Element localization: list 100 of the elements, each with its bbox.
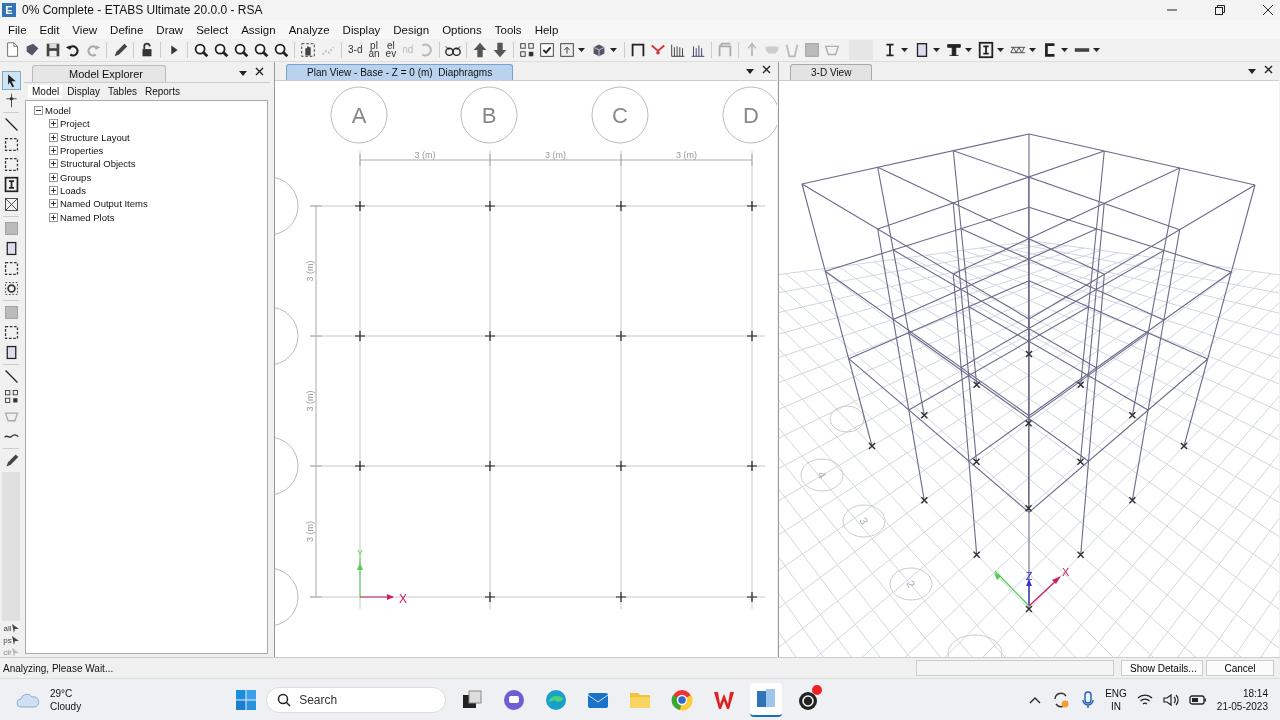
expand-icon[interactable] bbox=[49, 132, 58, 142]
tree-item[interactable]: Structure Layout bbox=[60, 131, 130, 143]
view-button[interactable]: 3-d bbox=[346, 40, 365, 60]
axis-label: X bbox=[1062, 566, 1070, 578]
menu-item[interactable]: Assign bbox=[235, 23, 283, 36]
restore-icon[interactable] bbox=[1214, 4, 1226, 16]
boxed-beam-icon[interactable] bbox=[977, 41, 996, 59]
view-button[interactable]: pl an bbox=[366, 40, 382, 60]
dimension-label: 3 (m) bbox=[305, 260, 315, 282]
target-icon[interactable] bbox=[2, 280, 20, 297]
explorer-tab[interactable]: Reports bbox=[140, 85, 184, 98]
tree-item[interactable]: Groups bbox=[60, 171, 92, 183]
expand-icon[interactable] bbox=[49, 159, 58, 169]
menu-item[interactable]: Define bbox=[104, 23, 151, 36]
expand-icon[interactable] bbox=[49, 172, 58, 182]
caret-icon[interactable] bbox=[1093, 48, 1101, 52]
axis-triad-drawing bbox=[994, 570, 1061, 607]
wifi-icon[interactable] bbox=[1136, 692, 1153, 707]
expand-icon[interactable] bbox=[49, 185, 58, 195]
menu-item[interactable]: Options bbox=[436, 23, 489, 36]
battery-icon[interactable] bbox=[1188, 693, 1207, 706]
menu-item[interactable]: Display bbox=[336, 23, 388, 36]
expand-icon[interactable] bbox=[49, 119, 58, 129]
dropdown-icon[interactable] bbox=[1248, 69, 1256, 74]
weather-condition[interactable]: Cloudy bbox=[50, 699, 82, 713]
menu-item[interactable]: Edit bbox=[33, 23, 67, 36]
microphone-icon[interactable] bbox=[1081, 689, 1096, 710]
expand-icon[interactable] bbox=[49, 199, 58, 209]
hand-icon[interactable] bbox=[299, 41, 317, 59]
checkbox-icon[interactable] bbox=[538, 41, 557, 59]
menu-item[interactable]: Select bbox=[190, 23, 236, 36]
dashed-box-icon[interactable] bbox=[2, 156, 20, 173]
tree-item[interactable]: Project bbox=[60, 118, 90, 130]
show-details-button[interactable]: Show Details... bbox=[1121, 660, 1203, 676]
zoom-icon[interactable] bbox=[212, 41, 230, 59]
language-indicator[interactable]: IN bbox=[1111, 699, 1121, 713]
cross-box-icon[interactable] bbox=[2, 196, 20, 213]
menu-item[interactable]: File bbox=[2, 23, 34, 36]
axis-label: Y bbox=[357, 548, 363, 558]
speaker-icon[interactable] bbox=[1162, 692, 1179, 707]
explorer-tab[interactable]: Model bbox=[28, 85, 64, 98]
explorer-tab[interactable]: Display bbox=[63, 85, 105, 98]
panel-tab[interactable]: Model Explorer bbox=[32, 65, 166, 82]
grid-icon[interactable] bbox=[2, 388, 20, 405]
explorer-tab[interactable]: Tables bbox=[104, 85, 141, 98]
t-beam-icon[interactable] bbox=[945, 41, 964, 59]
expand-icon[interactable] bbox=[49, 146, 58, 156]
tree-item[interactable]: Named Plots bbox=[60, 211, 115, 223]
menu-item[interactable]: Help bbox=[528, 23, 566, 36]
tree-item[interactable]: Loads bbox=[60, 184, 86, 196]
close-icon[interactable] bbox=[762, 65, 771, 74]
caret-icon[interactable] bbox=[578, 48, 586, 52]
cancel-button[interactable]: Cancel bbox=[1206, 660, 1274, 676]
view-button[interactable]: el ev bbox=[383, 40, 399, 60]
box-icon[interactable] bbox=[558, 41, 577, 59]
caret-icon[interactable] bbox=[901, 48, 909, 52]
chevron-up-icon[interactable] bbox=[1029, 695, 1042, 704]
caret-icon[interactable] bbox=[1061, 48, 1069, 52]
language-indicator[interactable]: ENG bbox=[1105, 686, 1127, 700]
menu-item[interactable]: Design bbox=[387, 23, 437, 36]
dimension-label: 3 (m) bbox=[545, 150, 566, 160]
zoom-icon[interactable] bbox=[272, 41, 290, 59]
search-button[interactable]: Search bbox=[266, 686, 447, 713]
zoom-icon[interactable] bbox=[192, 41, 210, 59]
clock-time[interactable]: 18:14 bbox=[1242, 686, 1268, 700]
caret-icon[interactable] bbox=[1029, 48, 1037, 52]
caret-icon[interactable] bbox=[997, 48, 1005, 52]
tree-item[interactable]: Model bbox=[45, 105, 71, 117]
grid-icon[interactable] bbox=[518, 41, 537, 59]
dropdown-icon[interactable] bbox=[239, 71, 247, 76]
zoom-icon[interactable] bbox=[252, 41, 270, 59]
caret-icon[interactable] bbox=[965, 48, 973, 52]
menu-item[interactable]: Analyze bbox=[282, 23, 337, 36]
clock-date[interactable]: 21-05-2023 bbox=[1216, 699, 1268, 713]
dashed-box-icon[interactable] bbox=[2, 324, 20, 341]
dropdown-icon[interactable] bbox=[746, 69, 754, 74]
tree-item[interactable]: Structural Objects bbox=[60, 158, 136, 170]
zoom-icon[interactable] bbox=[232, 41, 250, 59]
x-axis-arrow bbox=[359, 594, 394, 600]
close-icon[interactable] bbox=[255, 67, 264, 76]
tree-item[interactable]: Properties bbox=[60, 145, 104, 157]
menu-item[interactable]: View bbox=[66, 23, 105, 36]
dashed-box-icon[interactable] bbox=[2, 260, 20, 277]
save-icon[interactable] bbox=[44, 41, 62, 59]
close-icon[interactable] bbox=[1262, 4, 1274, 16]
temperature[interactable]: 29°C bbox=[50, 686, 82, 700]
expand-icon[interactable] bbox=[49, 212, 58, 222]
start-icon[interactable] bbox=[236, 689, 257, 710]
menu-item[interactable]: Tools bbox=[488, 23, 529, 36]
caret-icon[interactable] bbox=[933, 48, 941, 52]
dashed-box-icon[interactable] bbox=[2, 136, 20, 153]
boxed-beam-icon[interactable] bbox=[2, 176, 20, 193]
menu-item[interactable]: Draw bbox=[150, 23, 191, 36]
pointer-icon[interactable] bbox=[2, 72, 20, 89]
view-tab[interactable]: Plan View - Base - Z = 0 (m) Diaphragms bbox=[286, 64, 514, 80]
caret-icon[interactable] bbox=[610, 48, 618, 52]
close-icon[interactable] bbox=[1264, 65, 1273, 74]
collapse-icon[interactable] bbox=[34, 106, 43, 116]
tree-item[interactable]: Named Output Items bbox=[60, 198, 148, 210]
view-tab[interactable]: 3-D View bbox=[790, 64, 873, 80]
